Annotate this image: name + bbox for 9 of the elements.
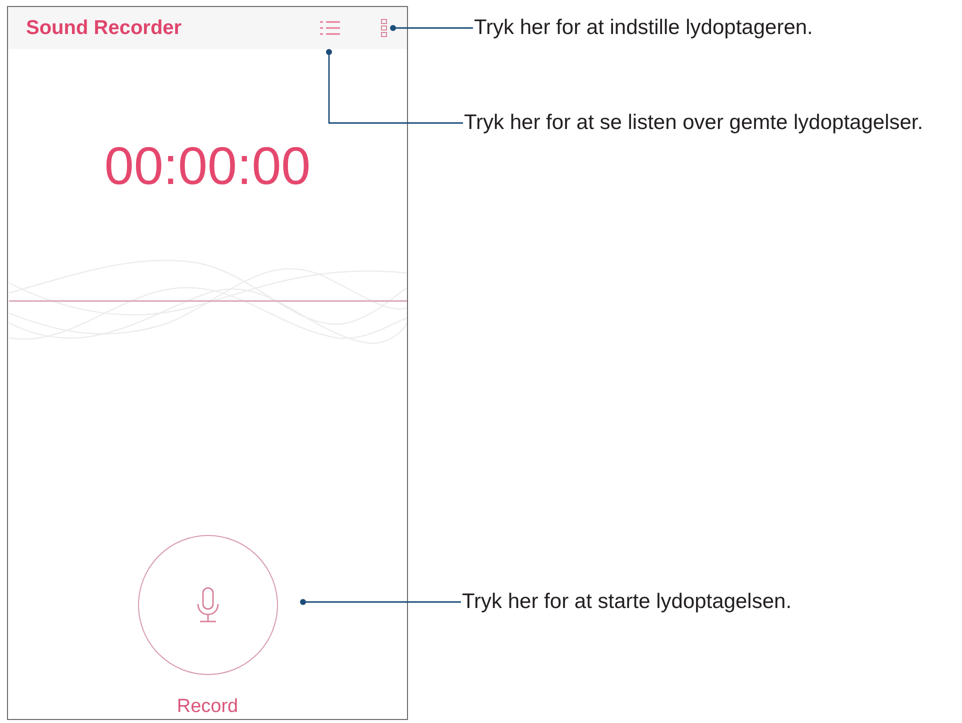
- app-title: Sound Recorder: [26, 16, 182, 40]
- more-options-icon[interactable]: [381, 19, 387, 37]
- record-label: Record: [176, 696, 238, 718]
- list-icon[interactable]: [320, 20, 340, 36]
- callout-text: Tryk her for at starte lydoptagelsen.: [462, 589, 792, 615]
- callout-text: Tryk her for at indstille lydoptageren.: [474, 15, 813, 41]
- callout-text: Tryk her for at se listen over gemte lydoptagelser.: [464, 110, 924, 136]
- timer-display: 00:00:00: [104, 137, 311, 197]
- microphone-icon: [194, 587, 220, 623]
